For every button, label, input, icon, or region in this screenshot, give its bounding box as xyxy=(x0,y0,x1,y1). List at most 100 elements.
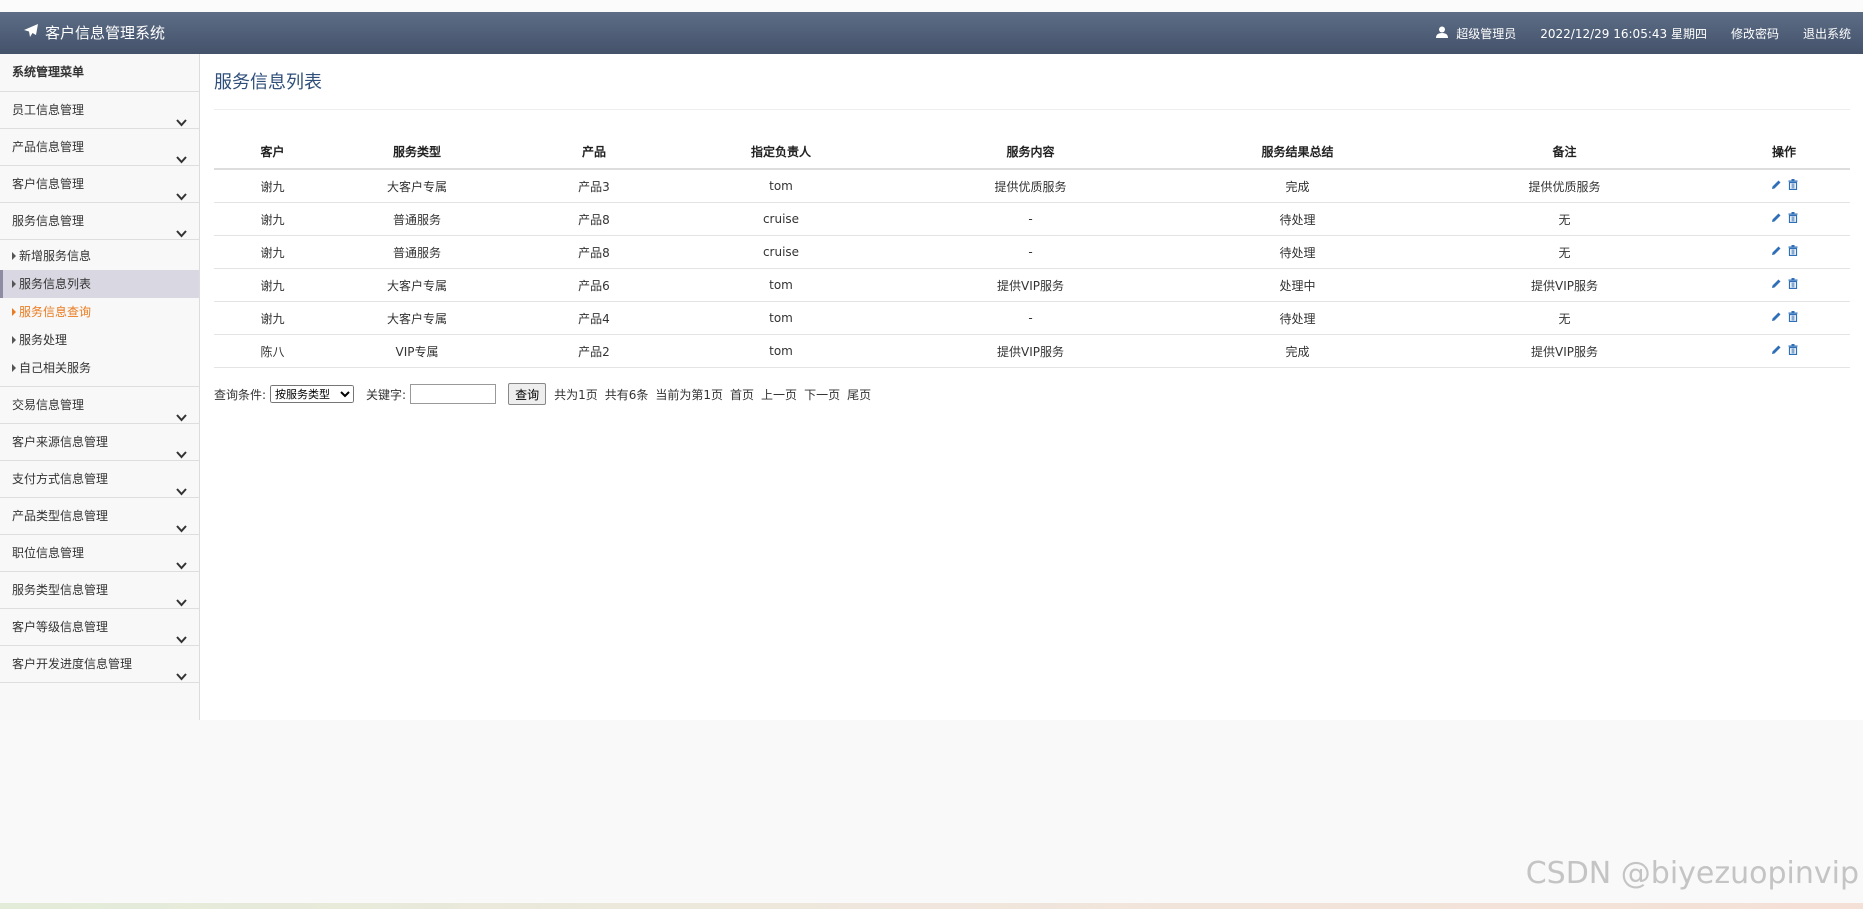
current-page: 当前为第1页 xyxy=(655,387,724,402)
cell-actions xyxy=(1718,268,1850,302)
trash-icon[interactable] xyxy=(1788,278,1798,292)
cell-product: 产品4 xyxy=(503,301,685,335)
sidebar-subitem-service-query[interactable]: 服务信息查询 xyxy=(0,298,199,326)
cell-service-type: 普通服务 xyxy=(331,202,503,236)
caret-right-icon xyxy=(12,364,16,372)
cell-assignee: tom xyxy=(685,334,877,368)
last-page-link[interactable]: 尾页 xyxy=(847,386,871,403)
sidebar-item-employee[interactable]: 员工信息管理 xyxy=(0,92,199,129)
prev-page-link[interactable]: 上一页 xyxy=(761,386,797,403)
sidebar-subitem-add-service[interactable]: 新增服务信息 xyxy=(0,242,199,270)
cell-assignee: tom xyxy=(685,268,877,302)
sidebar-item-label: 产品信息管理 xyxy=(12,140,85,154)
pencil-icon[interactable] xyxy=(1771,212,1782,226)
pencil-icon[interactable] xyxy=(1771,344,1782,358)
trash-icon[interactable] xyxy=(1788,344,1798,358)
cell-content: - xyxy=(877,202,1184,236)
cell-remark: 无 xyxy=(1411,235,1718,269)
next-page-link[interactable]: 下一页 xyxy=(804,386,840,403)
cell-remark: 提供VIP服务 xyxy=(1411,268,1718,302)
main-content: 服务信息列表 客户 服务类型 产品 指定负责人 服务内容 服务结果总结 备注 操… xyxy=(200,54,1863,720)
cell-customer: 陈八 xyxy=(214,334,331,368)
total-records: 共有6条 xyxy=(604,387,649,402)
sidebar-item-position[interactable]: 职位信息管理 xyxy=(0,535,199,572)
cell-product: 产品8 xyxy=(503,235,685,269)
table-row: 谢九 普通服务 产品8 cruise - 待处理 无 xyxy=(214,202,1850,236)
sidebar-item-payment-method[interactable]: 支付方式信息管理 xyxy=(0,461,199,498)
sidebar-item-dev-progress[interactable]: 客户开发进度信息管理 xyxy=(0,646,199,683)
cell-remark: 无 xyxy=(1411,301,1718,335)
trash-icon[interactable] xyxy=(1788,212,1798,226)
cell-actions xyxy=(1718,169,1850,203)
sidebar-item-label: 服务类型信息管理 xyxy=(12,583,109,597)
cell-service-type: 大客户专属 xyxy=(331,268,503,302)
first-page-link[interactable]: 首页 xyxy=(730,386,754,403)
service-table: 客户 服务类型 产品 指定负责人 服务内容 服务结果总结 备注 操作 谢九 大客… xyxy=(214,134,1850,368)
cell-content: - xyxy=(877,235,1184,269)
sidebar-subitem-label: 服务信息列表 xyxy=(19,277,92,291)
page-title: 服务信息列表 xyxy=(214,72,322,93)
sidebar-item-product[interactable]: 产品信息管理 xyxy=(0,129,199,166)
column-header: 服务类型 xyxy=(331,134,503,170)
caret-right-icon xyxy=(12,280,16,288)
total-pages: 共为1页 xyxy=(554,387,598,402)
cell-remark: 提供优质服务 xyxy=(1411,169,1718,203)
trash-icon[interactable] xyxy=(1788,311,1798,325)
column-header: 产品 xyxy=(503,134,685,170)
sidebar-item-service-type[interactable]: 服务类型信息管理 xyxy=(0,572,199,609)
paper-plane-icon xyxy=(24,12,45,54)
cell-actions xyxy=(1718,301,1850,335)
caret-right-icon xyxy=(12,252,16,260)
cell-content: 提供VIP服务 xyxy=(877,268,1184,302)
sidebar-item-customer-level[interactable]: 客户等级信息管理 xyxy=(0,609,199,646)
pencil-icon[interactable] xyxy=(1771,278,1782,292)
sidebar-item-service[interactable]: 服务信息管理 xyxy=(0,203,199,240)
table-row: 谢九 大客户专属 产品6 tom 提供VIP服务 处理中 提供VIP服务 xyxy=(214,268,1850,302)
change-password-link[interactable]: 修改密码 xyxy=(1731,25,1779,42)
datetime-display: 2022/12/29 16:05:43 星期四 xyxy=(1540,26,1707,41)
cell-content: 提供优质服务 xyxy=(877,169,1184,203)
sidebar-subitem-label: 新增服务信息 xyxy=(19,249,92,263)
sidebar-item-label: 客户来源信息管理 xyxy=(12,435,109,449)
cell-service-type: 普通服务 xyxy=(331,235,503,269)
trash-icon[interactable] xyxy=(1788,245,1798,259)
sidebar-item-product-type[interactable]: 产品类型信息管理 xyxy=(0,498,199,535)
search-bar: 查询条件: 按服务类型 关键字: 查询 共为1页 共有6条 当前为第1页 首页 … xyxy=(214,383,878,405)
cell-product: 产品2 xyxy=(503,334,685,368)
service-submenu: 新增服务信息 服务信息列表 服务信息查询 服务处理 自己相关服务 xyxy=(0,240,199,387)
trash-icon[interactable] xyxy=(1788,179,1798,193)
sidebar-item-customer-source[interactable]: 客户来源信息管理 xyxy=(0,424,199,461)
brand[interactable]: 客户信息管理系统 xyxy=(24,12,165,54)
nav-right: 超级管理员 2022/12/29 16:05:43 星期四 修改密码 退出系统 xyxy=(1412,12,1851,54)
cell-actions xyxy=(1718,334,1850,368)
sidebar-item-label: 员工信息管理 xyxy=(12,103,85,117)
keyword-label: 关键字: xyxy=(366,387,407,402)
user-menu[interactable]: 超级管理员 xyxy=(1436,25,1516,42)
sidebar-subitem-my-services[interactable]: 自己相关服务 xyxy=(0,354,199,382)
sidebar-item-transaction[interactable]: 交易信息管理 xyxy=(0,387,199,424)
table-row: 谢九 普通服务 产品8 cruise - 待处理 无 xyxy=(214,235,1850,269)
sidebar-subitem-service-list[interactable]: 服务信息列表 xyxy=(0,270,199,298)
sidebar-subitem-service-handle[interactable]: 服务处理 xyxy=(0,326,199,354)
cell-actions xyxy=(1718,202,1850,236)
pencil-icon[interactable] xyxy=(1771,311,1782,325)
cell-product: 产品3 xyxy=(503,169,685,203)
sidebar-item-customer[interactable]: 客户信息管理 xyxy=(0,166,199,203)
watermark: CSDN @biyezuopinvip xyxy=(1525,856,1859,891)
user-name: 超级管理员 xyxy=(1456,26,1517,41)
cell-assignee: cruise xyxy=(685,202,877,236)
logout-link[interactable]: 退出系统 xyxy=(1803,25,1851,42)
pencil-icon[interactable] xyxy=(1771,245,1782,259)
column-header: 服务内容 xyxy=(877,134,1184,170)
pencil-icon[interactable] xyxy=(1771,179,1782,193)
cell-customer: 谢九 xyxy=(214,268,331,302)
keyword-input[interactable] xyxy=(410,384,497,404)
caret-right-icon xyxy=(12,336,16,344)
cell-remark: 提供VIP服务 xyxy=(1411,334,1718,368)
chevron-down-icon xyxy=(176,659,187,695)
cell-assignee: tom xyxy=(685,169,877,203)
bottom-strip xyxy=(0,903,1863,909)
condition-select[interactable]: 按服务类型 xyxy=(270,385,355,403)
cell-result: 处理中 xyxy=(1184,268,1411,302)
query-button[interactable]: 查询 xyxy=(508,383,547,405)
